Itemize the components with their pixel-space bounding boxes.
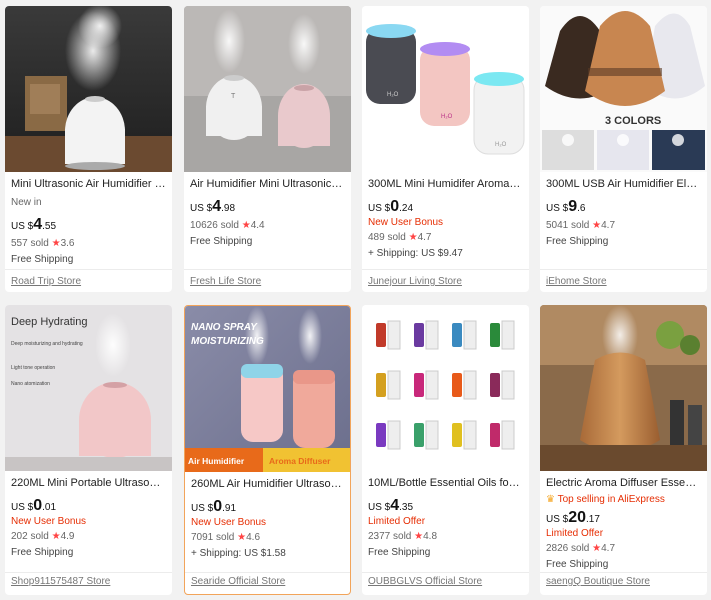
divider [5,572,172,573]
store-link[interactable]: saengQ Boutique Store [546,576,650,587]
product-title[interactable]: Mini Ultrasonic Air Humidifier LED ... [11,178,166,191]
product-card[interactable]: Electric Aroma Diffuser Essential oi... … [540,305,707,595]
divider [540,269,707,270]
svg-text:Deep moisturizing and hydratin: Deep moisturizing and hydrating [11,341,83,347]
svg-text:Deep Hydrating: Deep Hydrating [11,316,87,328]
store-link[interactable]: iEhome Store [546,276,607,287]
promo-label: New User Bonus [191,517,267,528]
crown-icon: ♛ [546,494,555,505]
star-icon: ★ [241,220,251,231]
product-image[interactable]: Deep Hydrating Deep moisturizing and hyd… [5,305,172,471]
sold-count: 5041 sold ★4.7 [546,220,616,231]
product-price: US $0.01 [11,497,57,514]
shipping-info: Free Shipping [11,254,74,265]
svg-text:Aroma Diffuser: Aroma Diffuser [269,456,331,466]
store-link[interactable]: OUBBGLVS Official Store [368,576,482,587]
divider [5,269,172,270]
shipping-info: Free Shipping [11,547,74,558]
product-title[interactable]: 300ML USB Air Humidifier Electric ... [546,178,701,191]
promo-label: Limited Offer [546,528,604,539]
sold-count: 10626 sold ★4.4 [190,220,265,231]
shipping-info: + Shipping: US $9.47 [368,248,463,259]
sold-count: 2377 sold ★4.8 [368,531,438,542]
sold-count: 2826 sold ★4.7 [546,543,616,554]
divider [185,572,350,573]
star-icon: ★ [51,531,61,542]
divider [184,269,351,270]
product-card[interactable]: 10ML/Bottle Essential Oils for aro... US… [362,305,529,595]
product-image[interactable] [5,6,172,172]
promo-label: New User Bonus [368,217,444,228]
promo-label: New User Bonus [11,516,87,527]
product-price: US $9.6 [546,198,586,215]
star-icon: ★ [237,532,247,543]
divider [362,269,529,270]
product-price: US $20.17 [546,509,600,526]
promo-label: Limited Offer [368,516,426,527]
top-selling-badge: ♛ Top selling in AliExpress [546,494,665,505]
product-title[interactable]: 300ML Mini Humidifer Aroma Esse... [368,178,523,191]
shipping-info: Free Shipping [190,236,253,247]
product-title[interactable]: 220ML Mini Portable Ultrasonic Air... [11,477,166,490]
sold-count: 489 sold ★4.7 [368,232,432,243]
svg-text:Air Humidifier: Air Humidifier [188,456,245,466]
sold-count: 202 sold ★4.9 [11,531,75,542]
product-title[interactable]: Air Humidifier Mini Ultrasonic USB... [190,178,345,191]
product-image[interactable]: H₂O H₂O H₂O [362,6,529,172]
product-title[interactable]: 10ML/Bottle Essential Oils for aro... [368,477,523,490]
store-link[interactable]: Shop911575487 Store [11,576,110,587]
sold-count: 7091 sold ★4.6 [191,532,261,543]
store-link[interactable]: Searide Official Store [191,576,285,587]
svg-text:T: T [231,93,236,100]
shipping-info: Free Shipping [546,236,609,247]
svg-text:3 COLORS: 3 COLORS [605,115,661,127]
product-price: US $4.55 [11,216,57,233]
product-image[interactable]: T [184,6,351,172]
product-tag: New in [11,197,42,208]
svg-text:H₂O: H₂O [495,142,507,148]
product-card[interactable]: Mini Ultrasonic Air Humidifier LED ... N… [5,6,172,292]
product-price: US $0.24 [368,198,414,215]
star-icon: ★ [408,232,418,243]
divider [540,572,707,573]
svg-text:H₂O: H₂O [387,92,399,98]
shipping-info: Free Shipping [368,547,431,558]
product-image[interactable] [540,305,707,471]
shipping-info: + Shipping: US $1.58 [191,548,286,559]
product-price: US $4.35 [368,497,414,514]
product-image[interactable] [362,305,529,471]
star-icon: ★ [592,220,602,231]
shipping-info: Free Shipping [546,559,609,570]
product-card[interactable]: 3 COLORS 300ML USB Air Humidifier Electr… [540,6,707,292]
product-title[interactable]: Electric Aroma Diffuser Essential oi... [546,477,701,490]
star-icon: ★ [51,238,61,249]
divider [362,572,529,573]
product-title[interactable]: 260ML Air Humidifier Ultrasonic M... [191,478,344,491]
product-card[interactable]: T Air Humidifier Mini Ultrasonic USB... … [184,6,351,292]
store-link[interactable]: Road Trip Store [11,276,81,287]
svg-text:H₂O: H₂O [441,114,453,120]
product-card[interactable]: Deep Hydrating Deep moisturizing and hyd… [5,305,172,595]
svg-text:Nano atomization: Nano atomization [11,381,50,387]
svg-text:Light tone operation: Light tone operation [11,365,55,371]
product-price: US $4.98 [190,198,236,215]
product-image[interactable]: NANO SPRAY MOISTURIZING Air Humidifier A… [185,306,350,472]
product-grid: Mini Ultrasonic Air Humidifier LED ... N… [0,0,711,600]
product-card[interactable]: NANO SPRAY MOISTURIZING Air Humidifier A… [184,305,351,595]
product-price: US $0.91 [191,498,237,515]
sold-count: 557 sold ★3.6 [11,238,75,249]
store-link[interactable]: Fresh Life Store [190,276,261,287]
star-icon: ★ [592,543,602,554]
product-image[interactable]: 3 COLORS [540,6,707,172]
star-icon: ★ [414,531,424,542]
product-card[interactable]: H₂O H₂O H₂O 300ML Mini Humidifer Aroma E… [362,6,529,292]
store-link[interactable]: Junejour Living Store [368,276,462,287]
